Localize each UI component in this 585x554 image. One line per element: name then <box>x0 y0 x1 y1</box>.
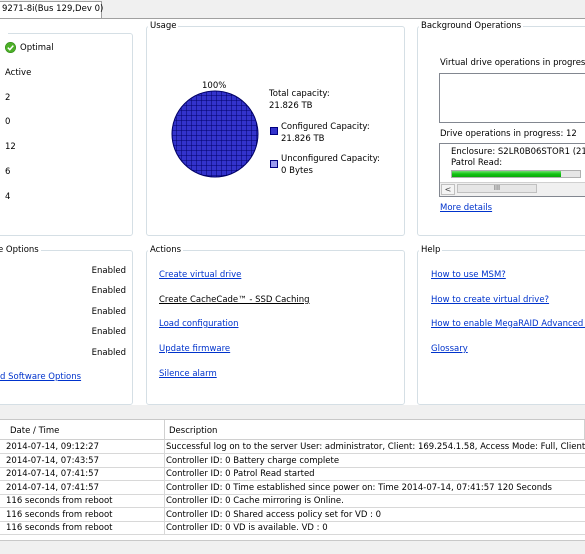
status-bar <box>0 540 585 554</box>
option-status: Enabled <box>91 266 126 276</box>
table-row[interactable]: 116 seconds from reboot Controller ID: 0 … <box>0 521 585 535</box>
status-value: 2 <box>5 93 11 103</box>
log-description-cell: Controller ID: 0 VD is available. VD : 0 <box>166 523 328 533</box>
usage-pie-configured-slice <box>171 90 259 178</box>
vd-operations-label: Virtual drive operations in progress: <box>440 58 585 68</box>
status-optimal: Optimal <box>20 43 54 53</box>
scroll-left-button[interactable]: < <box>441 184 455 195</box>
log-datetime-cell: 2014-07-14, 07:41:57 <box>0 467 165 481</box>
help-glossary-link[interactable]: Glossary <box>431 344 468 354</box>
help-how-to-use-msm-link[interactable]: How to use MSM? <box>431 270 506 280</box>
option-status: Enabled <box>91 286 126 296</box>
log-datetime-cell: 116 seconds from reboot <box>0 521 165 535</box>
column-header-date-time[interactable]: Date / Time <box>0 420 165 440</box>
tab-controller[interactable]: 9271-8i(Bus 129,Dev 0) <box>0 1 103 18</box>
total-capacity-label: Total capacity: <box>269 89 330 99</box>
patrol-read-label: Patrol Read: <box>451 158 503 168</box>
table-row[interactable]: 116 seconds from reboot Controller ID: 0 … <box>0 494 585 508</box>
usage-title: Usage <box>150 21 177 31</box>
drive-operations-list[interactable]: Enclosure: S2LR0B06STOR1 (21) Patrol Rea… <box>439 143 585 197</box>
help-title: Help <box>421 245 441 255</box>
silence-alarm-link[interactable]: Silence alarm <box>159 369 217 379</box>
create-virtual-drive-link[interactable]: Create virtual drive <box>159 270 241 280</box>
log-description-cell: Controller ID: 0 Cache mirroring is Onli… <box>166 496 344 506</box>
log-description-cell: Controller ID: 0 Patrol Read started <box>166 469 315 479</box>
log-description-cell: Successful log on to the server User: ad… <box>166 442 585 452</box>
log-datetime-cell: 2014-07-14, 07:41:57 <box>0 480 165 495</box>
option-status: Enabled <box>91 348 126 358</box>
patrol-read-progress-fill <box>452 171 561 177</box>
option-status: Enabled <box>91 327 126 337</box>
total-capacity-value: 21.826 TB <box>269 101 313 111</box>
log-description-cell: Controller ID: 0 Shared access policy se… <box>166 509 382 520</box>
table-row[interactable]: 2014-07-14, 07:41:57 Controller ID: 0 Pat… <box>0 467 585 481</box>
dashboard-panel: x Optimal Active 2 0 12 6 4 Usage 100% T… <box>0 18 585 405</box>
unconfigured-capacity-label: Unconfigured Capacity: <box>281 154 381 164</box>
actions-title: Actions <box>150 245 182 255</box>
patrol-read-progress-bar <box>451 170 581 178</box>
help-megaraid-advanced-link[interactable]: How to enable MegaRAID Advanced S <box>431 319 585 329</box>
software-options-link[interactable]: d Software Options <box>0 372 81 382</box>
panel-splitter[interactable] <box>0 405 585 420</box>
log-description-cell: Controller ID: 0 Battery charge complete <box>166 455 340 466</box>
optimal-check-icon <box>5 42 16 53</box>
controller-status-group: x <box>0 29 133 236</box>
unconfigured-legend-swatch <box>270 160 278 168</box>
drive-operations-label: Drive operations in progress: 12 <box>440 129 577 139</box>
status-value: 4 <box>5 192 11 202</box>
help-create-virtual-drive-link[interactable]: How to create virtual drive? <box>431 295 549 305</box>
background-operations-title: Background Operations <box>421 21 522 31</box>
table-row[interactable]: 2014-07-14, 09:12:27 Successful log on to… <box>0 440 585 454</box>
update-firmware-link[interactable]: Update firmware <box>159 344 230 354</box>
option-status: Enabled <box>91 307 126 317</box>
more-details-link[interactable]: More details <box>440 203 492 213</box>
log-datetime-cell: 2014-07-14, 07:43:57 <box>0 453 165 468</box>
usage-pie-chart <box>171 90 259 178</box>
column-header-description[interactable]: Description <box>165 420 585 440</box>
configured-capacity-value: 21.826 TB <box>281 134 325 144</box>
table-row[interactable]: 116 seconds from reboot Controller ID: 0 … <box>0 507 585 522</box>
log-datetime-cell: 116 seconds from reboot <box>0 494 165 508</box>
status-value: 12 <box>5 142 16 152</box>
scroll-thumb[interactable]: III <box>457 184 537 193</box>
configured-legend-swatch <box>270 127 278 135</box>
status-value: 6 <box>5 167 11 177</box>
log-datetime-cell: 116 seconds from reboot <box>0 507 165 522</box>
log-description-cell: Controller ID: 0 Time established since … <box>166 482 552 493</box>
tab-strip: 9271-8i(Bus 129,Dev 0) <box>0 0 585 18</box>
status-state: Active <box>5 68 32 78</box>
horizontal-scrollbar[interactable]: < III <box>440 182 585 196</box>
vd-operations-list[interactable] <box>439 73 585 123</box>
log-datetime-cell: 2014-07-14, 09:12:27 <box>0 440 165 454</box>
create-cachecade-link[interactable]: Create CacheCade™ - SSD Caching <box>159 295 310 305</box>
enclosure-label: Enclosure: S2LR0B06STOR1 (21) <box>451 147 585 157</box>
event-log-table: Date / Time Description 2014-07-14, 09:1… <box>0 420 585 540</box>
table-row[interactable]: 2014-07-14, 07:43:57 Controller ID: 0 Bat… <box>0 453 585 468</box>
load-configuration-link[interactable]: Load configuration <box>159 319 238 329</box>
configured-capacity-label: Configured Capacity: <box>281 122 370 132</box>
status-value: 0 <box>5 117 11 127</box>
software-options-title: e Options <box>0 245 39 255</box>
unconfigured-capacity-value: 0 Bytes <box>281 166 313 176</box>
table-row[interactable]: 2014-07-14, 07:41:57 Controller ID: 0 Tim… <box>0 480 585 495</box>
